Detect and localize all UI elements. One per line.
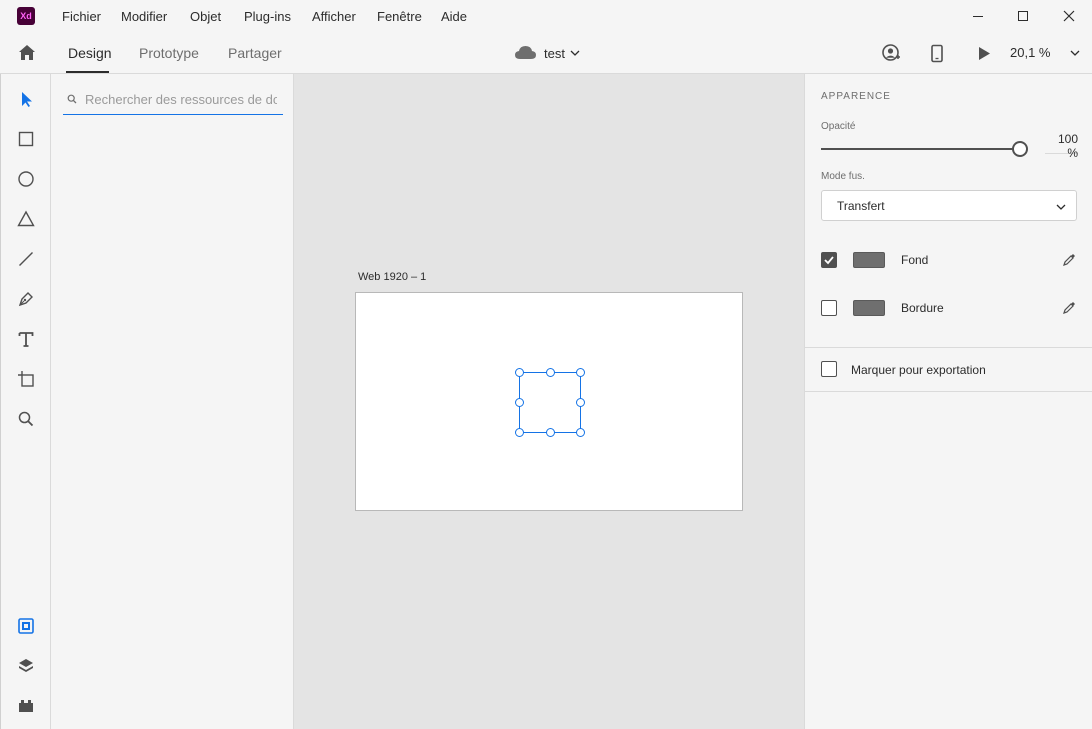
home-icon[interactable] [16, 42, 38, 64]
tool-bar [0, 74, 51, 729]
resize-handle-right[interactable] [576, 398, 585, 407]
menu-item-fenetre[interactable]: Fenêtre [377, 9, 422, 24]
app-logo: Xd [17, 7, 35, 25]
ellipse-tool-icon[interactable] [15, 168, 37, 190]
fill-row: Fond [821, 251, 1077, 271]
search-input[interactable] [85, 89, 277, 109]
document-title: test [544, 46, 565, 61]
fill-checkbox[interactable] [821, 252, 837, 268]
resize-handle-top[interactable] [546, 368, 555, 377]
checkmark-icon [824, 256, 834, 265]
properties-panel: APPARENCE Opacité 100 % Mode fus. Transf… [804, 74, 1092, 729]
zoom-tool-icon[interactable] [15, 408, 37, 430]
menu-item-fichier[interactable]: Fichier [62, 9, 101, 24]
invite-user-icon[interactable] [882, 44, 901, 63]
resize-handle-bottom[interactable] [546, 428, 555, 437]
border-label: Bordure [901, 301, 944, 315]
select-tool-icon[interactable] [15, 88, 37, 110]
search-icon [67, 94, 77, 104]
chevron-down-icon [1056, 204, 1066, 210]
close-icon[interactable] [1061, 8, 1077, 24]
eyedropper-icon[interactable] [1061, 300, 1077, 316]
canvas[interactable]: Web 1920 – 1 [294, 74, 804, 729]
opacity-label: Opacité [821, 121, 856, 132]
layers-icon[interactable] [15, 655, 37, 677]
tab-design[interactable]: Design [68, 45, 112, 61]
appearance-section-title: APPARENCE [821, 91, 891, 102]
divider [805, 347, 1092, 348]
border-row: Bordure [821, 299, 1077, 319]
resize-handle-top-left[interactable] [515, 368, 524, 377]
blend-mode-dropdown[interactable]: Transfert [821, 190, 1077, 221]
search-field[interactable] [63, 86, 283, 115]
cloud-icon [515, 46, 536, 59]
blend-mode-label: Mode fus. [821, 171, 865, 182]
title-bar: Xd Fichier Modifier Objet Plug-ins Affic… [0, 0, 1092, 33]
active-tab-indicator [66, 71, 109, 73]
opacity-slider-track[interactable] [821, 148, 1013, 150]
resize-handle-left[interactable] [515, 398, 524, 407]
text-tool-icon[interactable] [15, 328, 37, 350]
export-label: Marquer pour exportation [851, 363, 986, 377]
play-icon[interactable] [976, 45, 992, 62]
divider [805, 391, 1092, 392]
zoom-chevron-down-icon[interactable] [1070, 49, 1080, 57]
assets-panel-icon[interactable] [15, 615, 37, 637]
opacity-slider-handle[interactable] [1012, 141, 1028, 157]
line-tool-icon[interactable] [15, 248, 37, 270]
export-checkbox[interactable] [821, 361, 837, 377]
minimize-icon[interactable] [970, 8, 986, 24]
opacity-value-field[interactable]: 100 % [1045, 132, 1078, 160]
blend-mode-value: Transfert [837, 199, 885, 213]
eyedropper-icon[interactable] [1061, 252, 1077, 268]
chevron-down-icon [570, 50, 580, 56]
artboard-label[interactable]: Web 1920 – 1 [358, 271, 426, 283]
resize-handle-top-right[interactable] [576, 368, 585, 377]
polygon-tool-icon[interactable] [15, 208, 37, 230]
border-color-swatch[interactable] [853, 300, 885, 316]
menu-item-modifier[interactable]: Modifier [121, 9, 167, 24]
tab-partager[interactable]: Partager [228, 45, 282, 61]
artboard-tool-icon[interactable] [15, 368, 37, 390]
selected-object[interactable] [515, 368, 585, 437]
artboard[interactable] [355, 292, 743, 511]
mode-bar: Design Prototype Partager test 20,1 % [0, 33, 1092, 74]
menu-item-plugins[interactable]: Plug-ins [244, 9, 291, 24]
fill-color-swatch[interactable] [853, 252, 885, 268]
tab-prototype[interactable]: Prototype [139, 45, 199, 61]
border-checkbox[interactable] [821, 300, 837, 316]
menu-item-objet[interactable]: Objet [190, 9, 221, 24]
assets-panel [51, 74, 294, 729]
plugins-icon[interactable] [15, 695, 37, 717]
pen-tool-icon[interactable] [15, 288, 37, 310]
rectangle-tool-icon[interactable] [15, 128, 37, 150]
zoom-level[interactable]: 20,1 % [1010, 45, 1050, 60]
resize-handle-bottom-left[interactable] [515, 428, 524, 437]
fill-label: Fond [901, 253, 929, 267]
resize-handle-bottom-right[interactable] [576, 428, 585, 437]
menu-item-aide[interactable]: Aide [441, 9, 467, 24]
device-preview-icon[interactable] [930, 44, 944, 63]
menu-item-afficher[interactable]: Afficher [312, 9, 356, 24]
maximize-icon[interactable] [1015, 8, 1031, 24]
